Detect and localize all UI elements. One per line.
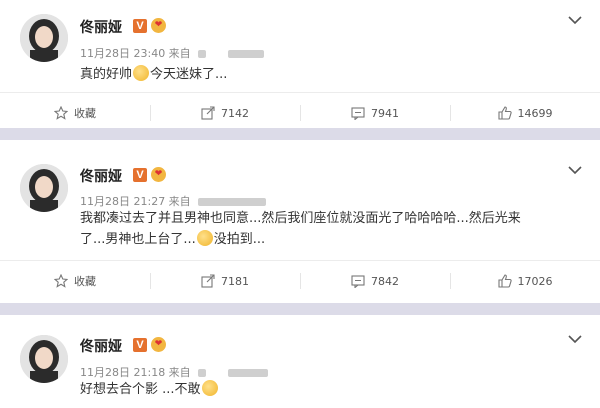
comment-bubble-icon (351, 275, 365, 288)
repost-button[interactable]: 7181 (150, 261, 300, 301)
member-badge-icon: ❤ (151, 167, 166, 182)
repost-button[interactable]: 7142 (150, 93, 300, 133)
verified-badge: V (133, 19, 147, 33)
blurred-source (198, 198, 267, 206)
favorite-button[interactable]: 收藏 (0, 93, 150, 133)
blurred-source (198, 369, 207, 377)
like-button[interactable]: 14699 (450, 93, 600, 133)
post-separator (0, 303, 600, 315)
repost-count: 7181 (221, 274, 249, 288)
comment-button[interactable]: 7941 (300, 93, 450, 133)
comment-bubble-icon (351, 107, 365, 120)
like-count: 14699 (517, 106, 553, 120)
author-name[interactable]: 佟丽娅 (80, 166, 122, 186)
post-meta: 11月28日 21:27 来自 (80, 193, 267, 209)
blurred-source (227, 50, 264, 58)
post-text-part: 没拍到... (213, 232, 266, 247)
favorite-label: 收藏 (74, 107, 96, 120)
member-badge-icon: ❤ (151, 337, 166, 352)
post-card: 佟丽娅 V ❤ 11月28日 21:18 来自 好想去合个影 ...不敢 (0, 315, 600, 408)
share-arrow-icon (201, 274, 215, 288)
blurred-source (198, 50, 207, 58)
comment-count: 7941 (371, 106, 399, 120)
post-time[interactable]: 11月28日 23:40 来自 (80, 47, 191, 60)
chevron-down-icon[interactable] (568, 160, 582, 179)
chevron-down-icon[interactable] (568, 329, 582, 348)
post-time[interactable]: 11月28日 21:18 来自 (80, 366, 191, 379)
author-name[interactable]: 佟丽娅 (80, 336, 122, 356)
comment-button[interactable]: 7842 (300, 261, 450, 301)
post-card: 佟丽娅 V ❤ 11月28日 21:27 来自 我都凑过去了并且男神也同意...… (0, 140, 600, 303)
chevron-down-icon[interactable] (568, 10, 582, 29)
like-count: 17026 (517, 274, 553, 288)
star-outline-icon (54, 274, 68, 288)
author-name[interactable]: 佟丽娅 (80, 17, 122, 37)
post-text: 好想去合个影 ...不敢 (80, 379, 580, 400)
post-text-part: 真的好帅 (80, 67, 133, 82)
verified-badge: V (133, 168, 147, 182)
action-bar: 收藏 7181 7842 17026 (0, 260, 600, 301)
member-badge-icon: ❤ (151, 18, 166, 33)
post-text-line: 了...男神也上台了... 没拍到... (80, 229, 580, 250)
avatar[interactable] (20, 335, 68, 383)
repost-count: 7142 (221, 106, 249, 120)
action-bar: 收藏 7142 7941 14699 (0, 92, 600, 133)
verified-badge: V (133, 338, 147, 352)
post-meta: 11月28日 21:18 来自 (80, 364, 268, 380)
blurred-source (227, 369, 268, 377)
post-time[interactable]: 11月28日 21:27 来自 (80, 195, 191, 208)
like-button[interactable]: 17026 (450, 261, 600, 301)
post-text-part: 今天迷妹了... (150, 67, 228, 82)
post-text: 我都凑过去了并且男神也同意...然后我们座位就没面光了哈哈哈哈...然后光来 了… (80, 208, 580, 250)
post-card: 佟丽娅 V ❤ 11月28日 23:40 来自 真的好帅 今天迷妹了... 收藏 … (0, 0, 600, 128)
post-text-part: 好想去合个影 ...不敢 (80, 382, 201, 397)
comment-count: 7842 (371, 274, 399, 288)
post-text: 真的好帅 今天迷妹了... (80, 64, 580, 85)
avatar[interactable] (20, 164, 68, 212)
favorite-button[interactable]: 收藏 (0, 261, 150, 301)
share-arrow-icon (201, 106, 215, 120)
emoji-icon (196, 230, 213, 246)
thumbs-up-icon (497, 274, 512, 288)
post-text-line: 我都凑过去了并且男神也同意...然后我们座位就没面光了哈哈哈哈...然后光来 (80, 211, 521, 226)
favorite-label: 收藏 (74, 275, 96, 288)
avatar[interactable] (20, 14, 68, 62)
post-meta: 11月28日 23:40 来自 (80, 45, 264, 61)
thumbs-up-icon (497, 106, 512, 120)
post-text-part: 了...男神也上台了... (80, 232, 196, 247)
emoji-icon (201, 380, 218, 396)
star-outline-icon (54, 106, 68, 120)
emoji-icon (133, 65, 150, 81)
post-separator (0, 128, 600, 140)
